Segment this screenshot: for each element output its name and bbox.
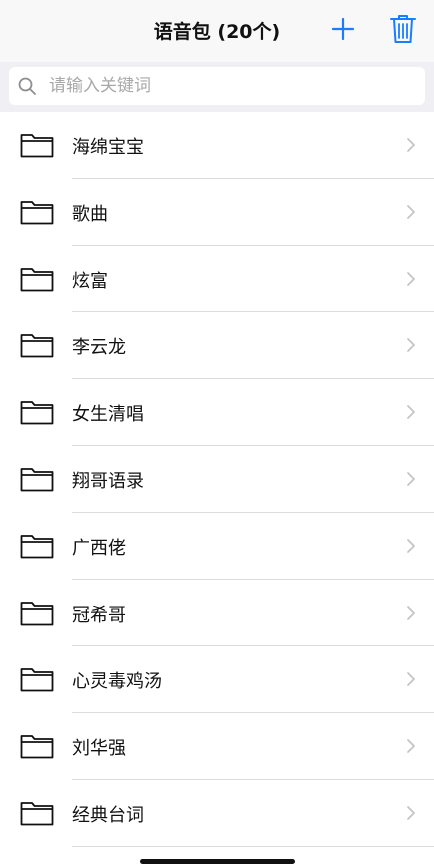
chevron-right-icon — [406, 538, 416, 554]
list-item[interactable]: 翔哥语录 — [0, 446, 434, 513]
chevron-right-icon — [406, 137, 416, 153]
chevron-right-icon — [406, 404, 416, 420]
home-indicator — [140, 859, 295, 864]
list-item[interactable]: 海绵宝宝 — [0, 112, 434, 179]
folder-icon — [20, 332, 54, 358]
list-item[interactable]: 心灵毒鸡汤 — [0, 646, 434, 714]
list-item-label: 刘华强 — [72, 738, 126, 760]
folder-icon — [20, 466, 54, 492]
list-item-label: 冠希哥 — [72, 604, 126, 626]
folder-icon — [20, 800, 54, 826]
list-item[interactable]: 刘华强 — [0, 713, 434, 780]
folder-icon — [20, 399, 54, 425]
list-item-label: 李云龙 — [72, 337, 126, 359]
folder-icon — [20, 199, 54, 225]
list-item-label: 歌曲 — [72, 203, 108, 225]
chevron-right-icon — [406, 337, 416, 353]
list-item-label: 翔哥语录 — [72, 470, 144, 492]
delete-button[interactable] — [388, 12, 418, 46]
chevron-right-icon — [406, 471, 416, 487]
folder-icon — [20, 666, 54, 692]
search-box[interactable] — [9, 67, 425, 105]
list-item-label: 广西佬 — [72, 537, 126, 559]
list-item[interactable]: 歌曲 — [0, 179, 434, 246]
chevron-right-icon — [406, 271, 416, 287]
list-item[interactable]: 炫富 — [0, 246, 434, 313]
list-item-label: 海绵宝宝 — [72, 137, 144, 158]
voice-pack-list: 海绵宝宝歌曲炫富李云龙女生清唱翔哥语录广西佬冠希哥心灵毒鸡汤刘华强经典台词 — [0, 112, 434, 847]
chevron-right-icon — [406, 204, 416, 220]
chevron-right-icon — [406, 671, 416, 687]
search-icon — [18, 77, 36, 95]
divider — [72, 845, 434, 847]
list-item-label: 经典台词 — [72, 804, 144, 826]
folder-icon — [20, 266, 54, 292]
list-item[interactable]: 女生清唱 — [0, 379, 434, 446]
list-item-label: 心灵毒鸡汤 — [72, 671, 162, 693]
chevron-right-icon — [406, 605, 416, 621]
list-item[interactable]: 经典台词 — [0, 780, 434, 847]
folder-icon — [20, 132, 54, 158]
list-item[interactable]: 李云龙 — [0, 312, 434, 380]
list-item[interactable]: 冠希哥 — [0, 580, 434, 647]
search-input[interactable] — [49, 67, 409, 105]
folder-icon — [20, 733, 54, 759]
navigation-bar: 语音包 (20个) — [0, 0, 434, 62]
search-bar — [0, 62, 434, 112]
list-item[interactable]: 广西佬 — [0, 513, 434, 580]
trash-icon — [390, 15, 416, 43]
chevron-right-icon — [406, 805, 416, 821]
folder-icon — [20, 600, 54, 626]
chevron-right-icon — [406, 738, 416, 754]
add-button[interactable] — [328, 14, 358, 44]
list-item-label: 炫富 — [72, 270, 108, 292]
page-title: 语音包 (20个) — [153, 21, 281, 43]
plus-icon — [331, 17, 355, 41]
folder-icon — [20, 533, 54, 559]
list-item-label: 女生清唱 — [72, 404, 144, 426]
